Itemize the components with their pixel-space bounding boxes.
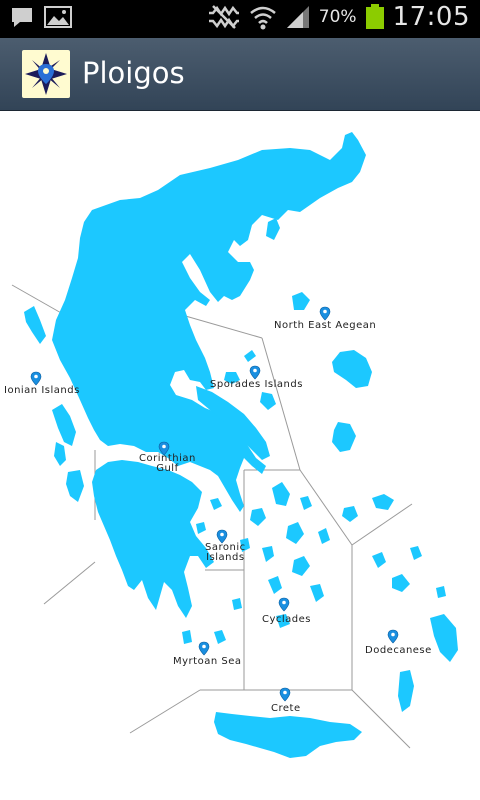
battery-icon — [365, 4, 384, 29]
region-label-north-east-aegean[interactable]: North East Aegean — [274, 320, 376, 331]
greece-map[interactable]: North East Aegean Sporades Islands Ionia… — [0, 111, 480, 800]
gallery-notification-icon — [44, 6, 72, 28]
compass-pin-logo-icon — [25, 53, 67, 95]
region-label-corinthian-gulf[interactable]: Corinthian Gulf — [139, 454, 196, 474]
clock: 17:05 — [392, 2, 470, 32]
status-bar: 70% 17:05 — [0, 0, 480, 38]
mute-icon — [208, 5, 239, 29]
battery-percent: 70% — [318, 7, 357, 27]
map-canvas — [11, 132, 458, 758]
region-label-dodecanese[interactable]: Dodecanese — [365, 645, 432, 656]
chat-notification-icon — [12, 8, 32, 27]
region-label-crete[interactable]: Crete — [271, 703, 301, 714]
region-label-sporades-islands[interactable]: Sporades Islands — [210, 379, 303, 390]
pin-myrtoan-sea-icon — [198, 641, 210, 656]
region-label-ionian-islands[interactable]: Ionian Islands — [4, 385, 80, 396]
region-label-corinthian-gulf-line2: Gulf — [156, 463, 179, 474]
region-label-myrtoan-sea[interactable]: Myrtoan Sea — [173, 656, 241, 667]
pin-ionian-islands-icon — [30, 371, 42, 386]
pin-crete-icon — [279, 687, 291, 702]
region-label-cyclades[interactable]: Cyclades — [262, 614, 311, 625]
app-logo[interactable] — [22, 50, 70, 98]
action-bar: Ploigos — [0, 38, 480, 111]
region-label-saronic-islands-line2: Islands — [206, 552, 245, 563]
pin-north-east-aegean-icon — [319, 306, 331, 321]
pin-dodecanese-icon — [387, 629, 399, 644]
signal-icon — [286, 6, 309, 28]
app-title: Ploigos — [82, 56, 185, 90]
region-label-saronic-islands[interactable]: Saronic Islands — [205, 543, 246, 563]
pin-cyclades-icon — [278, 597, 290, 612]
pin-sporades-islands-icon — [249, 365, 261, 380]
wifi-icon — [249, 6, 276, 30]
